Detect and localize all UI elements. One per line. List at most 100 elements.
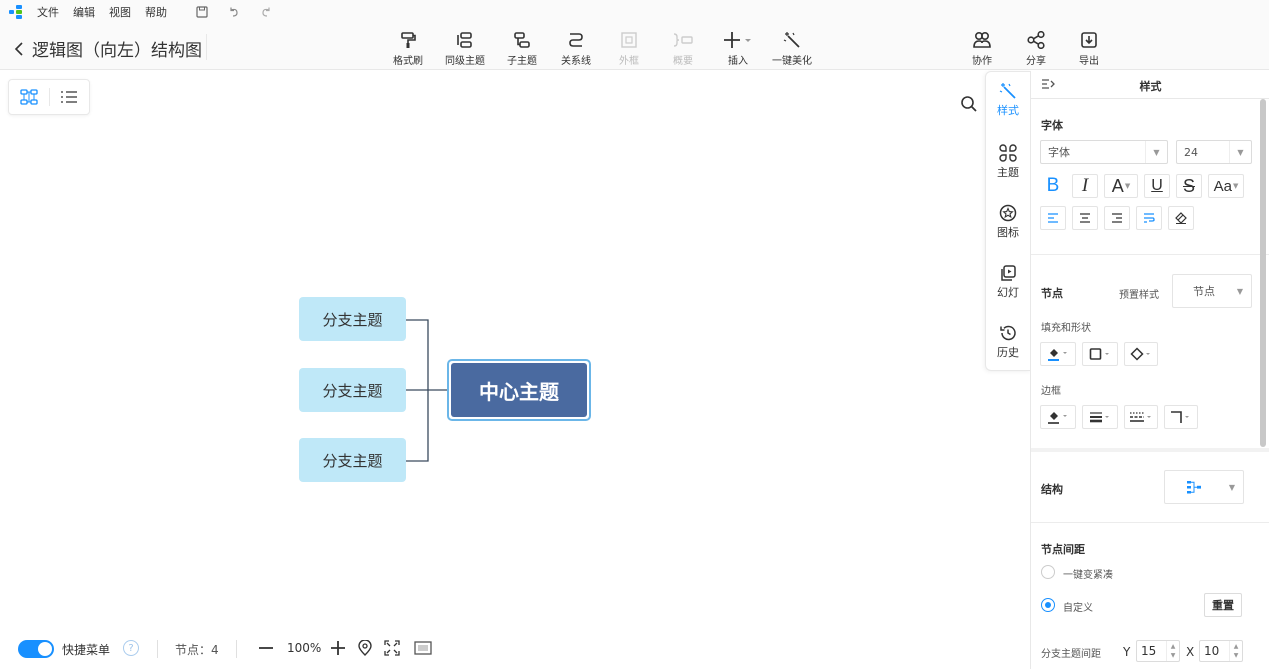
- y-spacing-label: Y: [1123, 645, 1131, 659]
- menu-bar: 文件 编辑 视图 帮助: [0, 0, 1269, 24]
- y-spacing-input[interactable]: 15 ▲ ▼: [1136, 640, 1180, 662]
- underline-button[interactable]: U: [1144, 174, 1170, 198]
- menu-help[interactable]: 帮助: [145, 4, 167, 20]
- text-wrap-button[interactable]: [1136, 206, 1162, 230]
- text-case-button[interactable]: Aa ▼: [1208, 174, 1244, 198]
- insert-button[interactable]: 插入: [723, 29, 753, 67]
- share-button[interactable]: 分享: [1026, 29, 1046, 67]
- mindmap-canvas[interactable]: 分支主题 分支主题 分支主题 中心主题 快捷菜单 ? 节点：4 100%: [0, 71, 1030, 669]
- sibling-topic-button[interactable]: 同级主题: [445, 29, 485, 67]
- text-color-button[interactable]: A ▼: [1104, 174, 1138, 198]
- branch-topic[interactable]: 分支主题: [299, 368, 406, 412]
- zoom-in-button[interactable]: [329, 639, 347, 657]
- tab-icon[interactable]: 图标: [986, 204, 1030, 240]
- branch-topic[interactable]: 分支主题: [299, 438, 406, 482]
- quick-menu-toggle[interactable]: [18, 640, 54, 658]
- border-width-button[interactable]: [1082, 405, 1118, 429]
- share-icon: [1027, 29, 1045, 51]
- x-spacing-label: X: [1186, 645, 1195, 659]
- status-divider: [236, 640, 237, 658]
- help-icon[interactable]: ?: [123, 640, 139, 656]
- diamond-icon: [1130, 347, 1150, 361]
- stepper-arrows-icon[interactable]: ▲ ▼: [1229, 641, 1242, 661]
- align-left-button[interactable]: [1040, 206, 1066, 230]
- compact-radio[interactable]: [1041, 565, 1055, 579]
- undo-icon[interactable]: [227, 5, 241, 19]
- zoom-out-button[interactable]: [257, 639, 275, 657]
- section-divider: [1031, 448, 1269, 452]
- menu-file[interactable]: 文件: [37, 4, 59, 20]
- bold-icon: B: [1046, 175, 1060, 196]
- corner-style-button[interactable]: [1164, 405, 1198, 429]
- strikethrough-button[interactable]: S: [1176, 174, 1202, 198]
- font-size-select[interactable]: 24 ▼: [1176, 140, 1252, 164]
- tab-theme[interactable]: 主题: [986, 144, 1030, 180]
- eraser-icon: [1175, 212, 1187, 224]
- chevron-down-icon: ▼: [1145, 141, 1167, 163]
- collaborate-button[interactable]: 协作: [972, 29, 992, 67]
- border-label: 边框: [1041, 386, 1061, 397]
- minimap-icon: [414, 641, 432, 655]
- bold-button[interactable]: B: [1040, 174, 1066, 198]
- history-icon: [1000, 325, 1016, 341]
- preset-style-select[interactable]: 节点 ▼: [1172, 274, 1252, 308]
- clear-format-button[interactable]: [1168, 206, 1194, 230]
- compact-option-label: 一键变紧凑: [1063, 570, 1113, 581]
- menu-edit[interactable]: 编辑: [73, 4, 95, 20]
- child-topic-button[interactable]: 子主题: [507, 29, 537, 67]
- central-topic-label: 中心主题: [451, 363, 587, 417]
- frame-button[interactable]: 外框: [619, 29, 639, 67]
- locate-button[interactable]: [356, 639, 374, 657]
- chevron-down-icon: ▼: [1236, 286, 1244, 296]
- relation-line-icon: [567, 29, 585, 51]
- italic-button[interactable]: I: [1072, 174, 1098, 198]
- align-right-button[interactable]: [1104, 206, 1130, 230]
- tab-style[interactable]: 样式: [986, 82, 1030, 118]
- summary-button[interactable]: 概要: [672, 29, 694, 67]
- border-color-button[interactable]: [1040, 405, 1076, 429]
- tab-history[interactable]: 历史: [986, 324, 1030, 360]
- panel-title: 样式: [1139, 80, 1162, 93]
- magic-wand-icon: [783, 29, 801, 51]
- panel-header: 样式: [1031, 71, 1269, 99]
- align-center-button[interactable]: [1072, 206, 1098, 230]
- corner-icon: [1171, 411, 1189, 423]
- minimap-button[interactable]: [414, 639, 432, 657]
- relation-line-button[interactable]: 关系线: [561, 29, 591, 67]
- structure-select[interactable]: ▼: [1164, 470, 1244, 504]
- tab-slides[interactable]: 幻灯: [986, 264, 1030, 300]
- fit-screen-button[interactable]: [383, 639, 401, 657]
- custom-radio[interactable]: [1041, 598, 1055, 612]
- x-spacing-input[interactable]: 10 ▲ ▼: [1199, 640, 1243, 662]
- section-divider: [1031, 254, 1269, 255]
- style-panel: 样式 字体 字体 ▼ 24 ▼ B I A ▼ U S Aa ▼ 节点 预置样式…: [1030, 71, 1269, 669]
- save-icon[interactable]: [195, 5, 209, 19]
- fullscreen-icon: [384, 640, 400, 656]
- menu-view[interactable]: 视图: [109, 4, 131, 20]
- side-tab-rail: 样式 主题 图标 幻灯 历史: [985, 71, 1031, 371]
- font-section-title: 字体: [1041, 119, 1063, 132]
- format-brush-button[interactable]: 格式刷: [393, 29, 423, 67]
- back-button[interactable]: 逻辑图（向左）结构图: [14, 36, 202, 61]
- stepper-arrows-icon[interactable]: ▲ ▼: [1166, 641, 1179, 661]
- align-right-icon: [1112, 213, 1122, 223]
- sibling-topic-icon: [456, 29, 474, 51]
- text-color-icon: A: [1111, 175, 1124, 196]
- shape-style-button[interactable]: [1124, 342, 1158, 366]
- border-style-button[interactable]: [1124, 405, 1158, 429]
- reset-button[interactable]: 重置: [1204, 593, 1242, 617]
- panel-scrollbar[interactable]: [1260, 99, 1266, 447]
- preset-style-label: 预置样式: [1119, 290, 1159, 301]
- fill-color-button[interactable]: [1040, 342, 1076, 366]
- theme-icon: [999, 144, 1017, 162]
- collaborate-icon: [972, 29, 992, 51]
- export-button[interactable]: 导出: [1079, 29, 1099, 67]
- node-shape-button[interactable]: [1082, 342, 1118, 366]
- redo-icon[interactable]: [259, 5, 273, 19]
- quick-menu-label: 快捷菜单: [62, 643, 111, 657]
- branch-topic[interactable]: 分支主题: [299, 297, 406, 341]
- beautify-button[interactable]: 一键美化: [772, 29, 812, 67]
- location-pin-icon: [358, 640, 372, 656]
- central-topic[interactable]: 中心主题: [447, 359, 591, 421]
- font-family-select[interactable]: 字体 ▼: [1040, 140, 1168, 164]
